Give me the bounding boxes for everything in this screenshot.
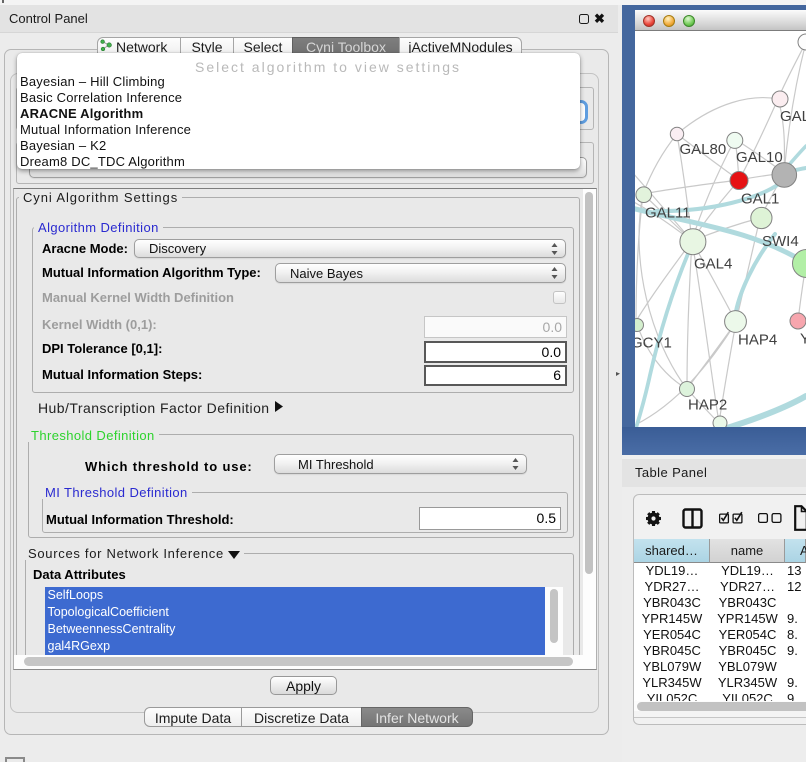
svg-text:GAL10: GAL10	[736, 149, 783, 166]
svg-text:GAL80: GAL80	[680, 141, 727, 158]
svg-text:Y: Y	[800, 331, 806, 348]
svg-text:SWI4: SWI4	[762, 233, 799, 250]
svg-text:GAL7: GAL7	[780, 108, 806, 125]
svg-text:GAL11: GAL11	[645, 205, 691, 222]
svg-text:HAP2: HAP2	[688, 397, 727, 414]
svg-text:HAP4: HAP4	[738, 332, 777, 349]
svg-text:GAL4: GAL4	[694, 256, 732, 273]
svg-text:GCY1: GCY1	[635, 335, 672, 352]
svg-text:GAL1: GAL1	[741, 191, 779, 208]
